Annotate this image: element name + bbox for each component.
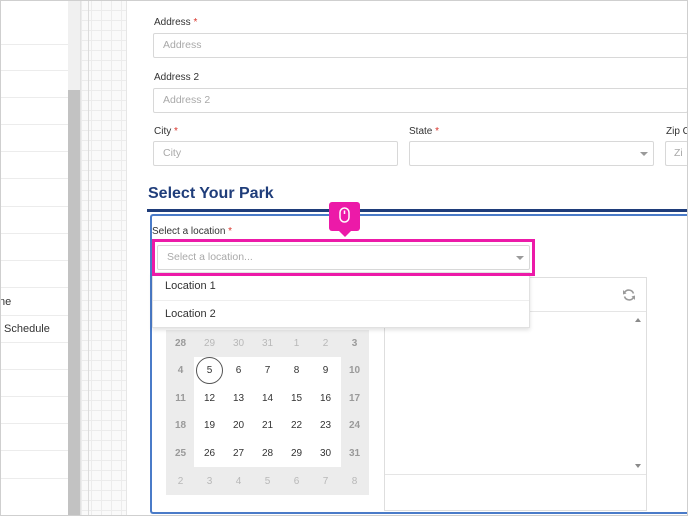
sidebar-divider bbox=[0, 97, 68, 98]
section-title: Select Your Park bbox=[148, 185, 274, 202]
sidebar-divider bbox=[0, 44, 68, 45]
calendar-day[interactable]: 18 bbox=[166, 412, 195, 439]
calendar-day[interactable]: 6 bbox=[282, 468, 311, 495]
calendar-day[interactable]: 3 bbox=[340, 330, 369, 357]
calendar-day[interactable]: 6 bbox=[224, 357, 253, 384]
calendar-day[interactable]: 25 bbox=[166, 440, 195, 467]
sidebar-divider bbox=[0, 260, 68, 261]
address2-placeholder: Address 2 bbox=[163, 94, 211, 106]
sidebar-divider bbox=[0, 369, 68, 370]
calendar-day[interactable]: 19 bbox=[195, 412, 224, 439]
calendar-day[interactable]: 2 bbox=[166, 468, 195, 495]
location-label: Select a location * bbox=[152, 226, 233, 237]
calendar-day[interactable]: 29 bbox=[282, 440, 311, 467]
address-label: Address * bbox=[154, 17, 198, 28]
sidebar-divider bbox=[0, 315, 68, 316]
calendar-day[interactable]: 20 bbox=[224, 412, 253, 439]
location-option-2[interactable]: Location 2 bbox=[165, 308, 216, 320]
time-panel-scrollbar[interactable] bbox=[632, 314, 645, 474]
sidebar-divider bbox=[0, 342, 68, 343]
zip-placeholder: Zi bbox=[674, 147, 683, 159]
sidebar-divider bbox=[0, 178, 68, 179]
sidebar-divider bbox=[0, 206, 68, 207]
city-input[interactable]: City bbox=[153, 141, 398, 166]
calendar-day[interactable]: 23 bbox=[311, 412, 340, 439]
location-highlight bbox=[152, 239, 535, 276]
refresh-icon[interactable] bbox=[622, 288, 636, 302]
city-label: City * bbox=[154, 126, 178, 137]
calendar-day[interactable]: 11 bbox=[166, 385, 195, 412]
chevron-down-icon bbox=[640, 152, 648, 156]
chevron-down-icon bbox=[516, 256, 524, 260]
sidebar: ne Schedule bbox=[0, 0, 68, 516]
calendar-day[interactable]: 7 bbox=[311, 468, 340, 495]
calendar-day[interactable]: 30 bbox=[311, 440, 340, 467]
sidebar-divider bbox=[0, 396, 68, 397]
calendar-day[interactable]: 13 bbox=[224, 385, 253, 412]
city-placeholder: City bbox=[163, 147, 182, 159]
sidebar-item-schedule[interactable]: Schedule bbox=[4, 323, 50, 335]
time-panel-divider bbox=[385, 474, 646, 475]
dropdown-divider bbox=[153, 300, 529, 301]
calendar-day[interactable]: 2 bbox=[311, 330, 340, 357]
scroll-up-icon[interactable] bbox=[635, 318, 641, 322]
calendar-day[interactable]: 28 bbox=[253, 440, 282, 467]
sidebar-divider bbox=[0, 233, 68, 234]
section-rule bbox=[147, 209, 688, 212]
calendar-day[interactable]: 12 bbox=[195, 385, 224, 412]
calendar-day[interactable]: 8 bbox=[282, 357, 311, 384]
sidebar-divider bbox=[0, 287, 68, 288]
calendar-day[interactable]: 24 bbox=[340, 412, 369, 439]
address-placeholder: Address bbox=[163, 39, 202, 51]
sidebar-divider bbox=[0, 151, 68, 152]
calendar-day[interactable]: 31 bbox=[340, 440, 369, 467]
calendar-day[interactable]: 26 bbox=[195, 440, 224, 467]
calendar-day[interactable]: 5 bbox=[253, 468, 282, 495]
calendar-day[interactable]: 9 bbox=[311, 357, 340, 384]
calendar-day[interactable]: 14 bbox=[253, 385, 282, 412]
location-option-1[interactable]: Location 1 bbox=[165, 280, 216, 292]
address-input[interactable]: Address bbox=[153, 33, 688, 58]
calendar-day[interactable]: 28 bbox=[166, 330, 195, 357]
sidebar-divider bbox=[0, 423, 68, 424]
calendar: 28 29 30 31 1 2 3 4 5 6 7 8 9 10 11 12 1… bbox=[166, 330, 369, 495]
sidebar-divider bbox=[0, 450, 68, 451]
mouse-tooltip bbox=[329, 202, 360, 237]
calendar-day[interactable]: 22 bbox=[282, 412, 311, 439]
calendar-day[interactable]: 27 bbox=[224, 440, 253, 467]
calendar-day[interactable]: 29 bbox=[195, 330, 224, 357]
canvas-divider bbox=[88, 0, 89, 516]
calendar-day[interactable]: 31 bbox=[253, 330, 282, 357]
calendar-day[interactable]: 4 bbox=[224, 468, 253, 495]
zip-label: Zip C bbox=[666, 126, 688, 137]
calendar-day[interactable]: 7 bbox=[253, 357, 282, 384]
calendar-day[interactable]: 8 bbox=[340, 468, 369, 495]
state-label: State * bbox=[409, 126, 440, 137]
address2-input[interactable]: Address 2 bbox=[153, 88, 688, 113]
location-dropdown: Location 1 Location 2 bbox=[152, 272, 530, 328]
sidebar-divider bbox=[0, 124, 68, 125]
mouse-icon bbox=[339, 207, 350, 223]
calendar-day-selected[interactable]: 5 bbox=[196, 357, 223, 384]
calendar-day[interactable]: 3 bbox=[195, 468, 224, 495]
zip-input[interactable]: Zi bbox=[665, 141, 688, 166]
calendar-day[interactable]: 30 bbox=[224, 330, 253, 357]
calendar-day[interactable]: 15 bbox=[282, 385, 311, 412]
calendar-day[interactable]: 10 bbox=[340, 357, 369, 384]
sidebar-scrollbar-thumb[interactable] bbox=[68, 90, 80, 516]
state-select[interactable] bbox=[409, 141, 654, 166]
calendar-day[interactable]: 16 bbox=[311, 385, 340, 412]
calendar-day[interactable]: 21 bbox=[253, 412, 282, 439]
sidebar-divider bbox=[0, 70, 68, 71]
sidebar-item-label[interactable]: ne bbox=[0, 296, 11, 308]
calendar-day[interactable]: 17 bbox=[340, 385, 369, 412]
scroll-down-icon[interactable] bbox=[635, 464, 641, 468]
calendar-day[interactable]: 4 bbox=[166, 357, 195, 384]
calendar-day[interactable]: 1 bbox=[282, 330, 311, 357]
address2-label: Address 2 bbox=[154, 72, 200, 83]
sidebar-divider bbox=[0, 478, 68, 479]
